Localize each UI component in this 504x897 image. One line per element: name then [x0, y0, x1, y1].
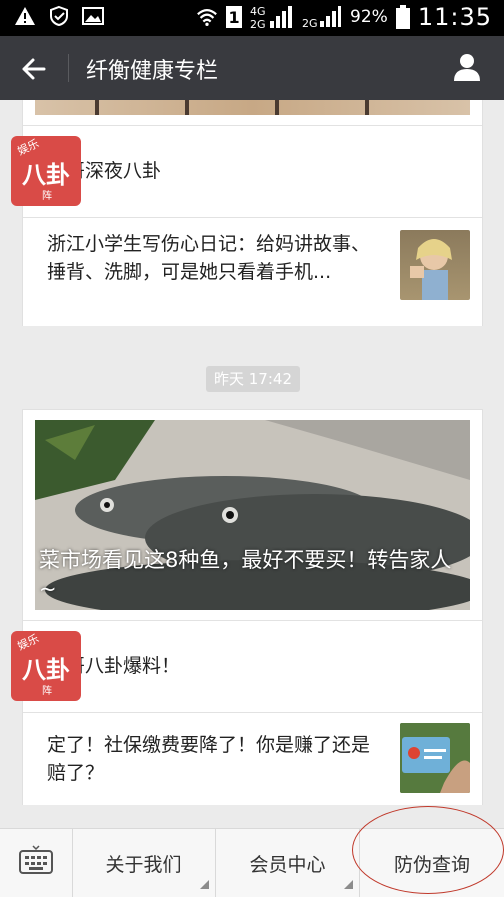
keyboard-icon — [19, 844, 53, 882]
message-list[interactable]: 腿哥深夜八卦 娱乐 八卦 阵 浙江小学生写伤心日记：给妈讲故事、捶背、洗脚，可是… — [0, 100, 504, 828]
list-item-title: 浙江小学生写伤心日记：给妈讲故事、捶背、洗脚，可是她只看着手机... — [47, 233, 371, 283]
appbar-divider — [68, 54, 69, 82]
article-card: 腿哥深夜八卦 娱乐 八卦 阵 浙江小学生写伤心日记：给妈讲故事、捶背、洗脚，可是… — [11, 100, 483, 326]
menu-label: 会员中心 — [249, 853, 326, 876]
submenu-indicator-icon — [344, 880, 353, 889]
sim-slot-badge: 1 — [226, 6, 243, 28]
warning-icon — [14, 5, 36, 27]
thumb-sub: 阵 — [42, 686, 52, 697]
thumb-main: 八卦 — [22, 655, 70, 684]
hero-image-strip — [35, 100, 470, 115]
keyboard-toggle[interactable] — [0, 829, 73, 897]
menu-label: 防伪查询 — [393, 853, 470, 876]
bagua-thumbnail: 娱乐 八卦 阵 — [11, 136, 81, 206]
timestamp-chip: 昨天 17:42 — [206, 366, 300, 392]
status-bar: 1 4G 2G 2G 92% 11:35 — [0, 0, 504, 36]
page-title: 纤衡健康专栏 — [86, 59, 219, 84]
bottom-menu-bar: 关于我们 会员中心 防伪查询 — [0, 828, 504, 897]
bagua-thumbnail: 娱乐 八卦 阵 — [11, 631, 81, 701]
list-item[interactable]: 腿哥八卦爆料！ 娱乐 八卦 阵 — [11, 620, 482, 713]
wifi-icon — [196, 6, 218, 28]
menu-anti-counterfeit[interactable]: 防伪查询 — [360, 829, 504, 897]
clock: 11:35 — [417, 3, 492, 31]
image-icon — [82, 5, 104, 27]
list-item[interactable]: 浙江小学生写伤心日记：给妈讲故事、捶背、洗脚，可是她只看着手机... — [23, 217, 482, 326]
list-item-title: 定了！社保缴费要降了！你是赚了还是赔了？ — [47, 734, 371, 784]
list-item[interactable]: 定了！社保缴费要降了！你是赚了还是赔了？ — [23, 712, 482, 805]
battery-percent: 92% — [350, 7, 388, 27]
list-item[interactable]: 腿哥深夜八卦 娱乐 八卦 阵 — [11, 125, 482, 218]
signal-4g-icon: 4G 2G — [250, 5, 294, 30]
submenu-indicator-icon — [200, 880, 209, 889]
battery-icon — [395, 5, 410, 29]
svg-text:2G: 2G — [302, 17, 318, 29]
thumb-sub: 阵 — [42, 191, 52, 202]
svg-text:2G: 2G — [250, 18, 266, 30]
girl-thumbnail — [400, 230, 470, 300]
signal-2g-icon: 2G — [302, 6, 342, 29]
app-bar: 纤衡健康专栏 — [0, 36, 504, 100]
social-security-card-thumbnail — [400, 723, 470, 793]
article-card: 菜市场看见这8种鱼，最好不要买！转告家人~ 腿哥八卦爆料！ 娱乐 八卦 阵 定了… — [11, 409, 483, 805]
menu-about-us[interactable]: 关于我们 — [72, 829, 216, 897]
svg-text:4G: 4G — [250, 5, 266, 18]
menu-member-center[interactable]: 会员中心 — [216, 829, 360, 897]
back-arrow-icon[interactable] — [20, 55, 48, 83]
profile-icon[interactable] — [452, 52, 482, 82]
shield-check-icon — [48, 5, 70, 27]
menu-label: 关于我们 — [105, 853, 182, 876]
thumb-main: 八卦 — [22, 160, 70, 189]
hero-image[interactable]: 菜市场看见这8种鱼，最好不要买！转告家人~ — [35, 420, 470, 610]
hero-caption: 菜市场看见这8种鱼，最好不要买！转告家人~ — [39, 548, 452, 601]
